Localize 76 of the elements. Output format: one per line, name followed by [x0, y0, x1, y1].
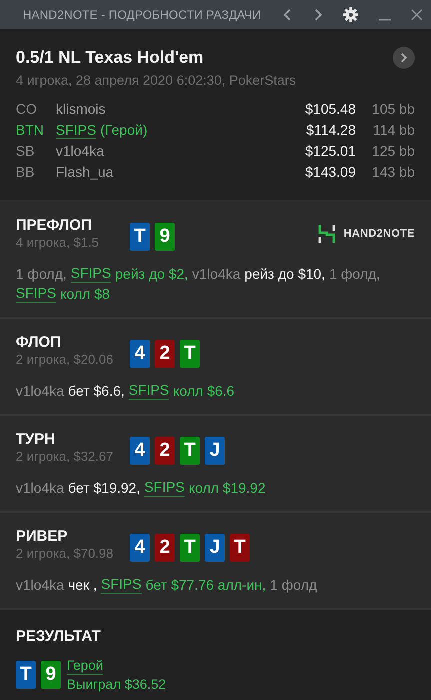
action-text: чек , [68, 576, 98, 594]
street-info: 2 игрока, $20.06 [16, 352, 114, 367]
settings-icon[interactable] [343, 6, 359, 22]
stack-amount: $143.09 [304, 164, 356, 180]
action-text: рейз до $10, [244, 265, 326, 283]
playing-card: 2 [155, 534, 175, 562]
playing-card: 2 [155, 340, 175, 368]
position-label: SB [16, 143, 36, 159]
action-text: 1 фолд [270, 576, 318, 594]
street-title: ФЛОП [16, 334, 62, 351]
playing-card: T [130, 223, 150, 251]
street-title: ТУРН [16, 431, 56, 448]
playing-card: 4 [130, 340, 150, 368]
game-title: 0.5/1 NL Texas Hold'em [16, 48, 204, 68]
action-text: 1 фолд, [329, 265, 380, 283]
next-button[interactable] [393, 47, 415, 69]
player-link[interactable]: SFIPS [16, 285, 56, 303]
playing-card: 9 [41, 661, 61, 689]
playing-card: T [180, 534, 200, 562]
stack-amount: $114.28 [305, 122, 356, 138]
action-text: v1lo4ka [16, 479, 64, 497]
player-link[interactable]: SFIPS [70, 265, 112, 283]
logo-icon [318, 224, 336, 244]
position-label: CO [16, 101, 38, 117]
window-title: HAND2NOTE - ПОДРОБНОСТИ РАЗДАЧИ [23, 8, 262, 22]
street-info: 4 игрока, $1.5 [16, 235, 100, 250]
playing-card: J [205, 534, 225, 562]
stack-bb: 105 bb [371, 101, 415, 117]
playing-card: 2 [155, 437, 175, 465]
action-text: 1 фолд, [16, 265, 67, 283]
chevron-right-icon [400, 52, 408, 64]
action-text: бет $77.76 алл-ин, [146, 576, 266, 594]
hand-info: 4 игрока, 28 апреля 2020 6:02:30, PokerStars [16, 73, 298, 88]
street-info: 2 игрока, $70.98 [16, 546, 114, 561]
player-link[interactable]: SFIPS [144, 479, 185, 497]
playing-card: T [180, 437, 200, 465]
street-info: 2 игрока, $32.67 [16, 449, 114, 464]
playing-card: 4 [130, 534, 150, 562]
player-link[interactable]: SFIPS [101, 576, 142, 594]
street-title: РИВЕР [16, 528, 69, 545]
close-icon[interactable] [411, 8, 423, 20]
logo-text: HAND2NOTE [344, 228, 415, 240]
back-icon[interactable] [283, 8, 293, 22]
player-name: klismois [56, 101, 107, 117]
playing-card: 4 [130, 437, 150, 465]
stack-amount: $105.48 [304, 101, 356, 117]
action-text: v1lo4ka [16, 576, 64, 594]
playing-card: T [180, 340, 200, 368]
playing-card: 9 [155, 223, 175, 251]
action-text: колл $19.92 [188, 479, 266, 497]
result-amount: Выиграл $36.52 [67, 677, 166, 692]
stack-bb: 143 bb [371, 164, 415, 180]
player-name: Flash_ua [56, 164, 115, 180]
player-link[interactable]: SFIPS [128, 382, 170, 400]
action-text: v1lo4ka [16, 382, 64, 400]
playing-card: T [16, 661, 36, 689]
street-title: ПРЕФЛОП [16, 217, 93, 234]
action-text: бет $19.92, [68, 479, 140, 497]
action-text: рейз до $2, [115, 265, 188, 283]
result-title: РЕЗУЛЬТАТ [16, 628, 102, 645]
position-label: BB [16, 164, 36, 180]
stack-bb: 125 bb [371, 143, 415, 159]
player-name: v1lo4ka [56, 143, 106, 159]
stack-bb: 114 bb [372, 122, 415, 138]
player-link[interactable]: Герой [67, 658, 104, 675]
forward-icon[interactable] [313, 8, 323, 22]
hero-tag: (Герой) [100, 122, 148, 138]
action-text: v1lo4ka [192, 265, 241, 283]
action-text: бет $6.6, [68, 382, 125, 400]
playing-card: J [205, 437, 225, 465]
position-label: BTN [16, 122, 45, 138]
stack-amount: $125.01 [304, 143, 356, 159]
player-link[interactable]: SFIPS [56, 122, 96, 139]
action-text: колл $6.6 [173, 382, 235, 400]
action-text: колл $8 [60, 285, 110, 303]
playing-card: T [230, 534, 250, 562]
